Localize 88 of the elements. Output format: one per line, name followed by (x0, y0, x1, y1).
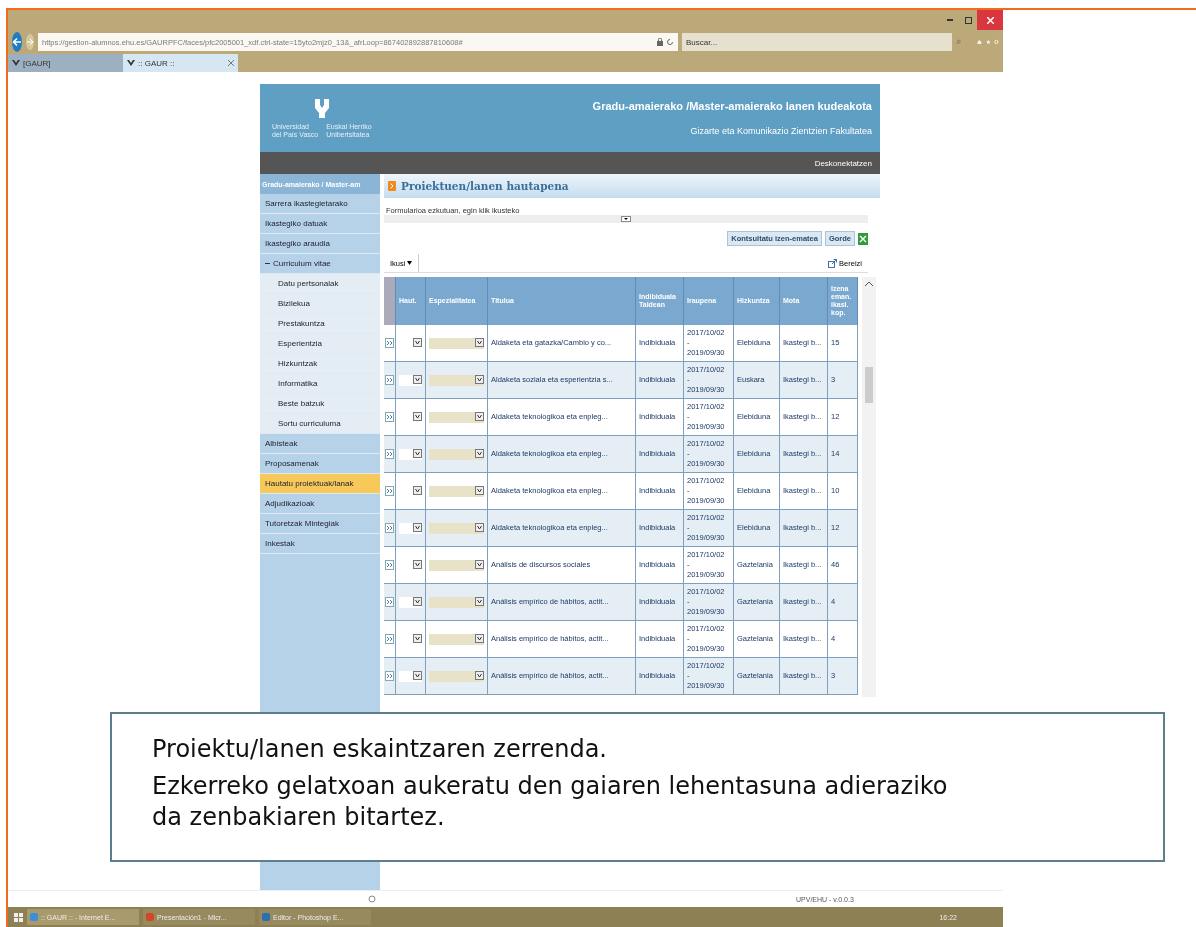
double-chevron-icon[interactable] (385, 597, 394, 607)
specialty-select[interactable] (429, 670, 484, 682)
priority-select[interactable] (399, 596, 422, 608)
lock-icon (657, 38, 663, 46)
chevron-icon (388, 181, 396, 191)
specialty-select[interactable] (429, 448, 484, 460)
app-icon (262, 913, 270, 921)
close-icon[interactable] (228, 60, 234, 66)
caret-icon (413, 596, 422, 606)
caret-icon (413, 522, 422, 532)
sidebar-item[interactable]: Hizkuntzak (260, 354, 380, 374)
gear-icon (368, 895, 376, 903)
app-icon (30, 913, 38, 921)
sidebar-item[interactable]: Datu pertsonalak (260, 274, 380, 294)
caret-icon (475, 633, 484, 643)
double-chevron-icon[interactable] (385, 560, 394, 570)
caret-icon (475, 596, 484, 606)
start-icon[interactable] (14, 912, 23, 922)
caret-icon (475, 448, 484, 458)
minimize-icon (947, 19, 953, 21)
specialty-select[interactable] (429, 522, 484, 534)
scrollbar[interactable] (862, 277, 876, 697)
double-chevron-icon[interactable] (385, 338, 394, 348)
double-chevron-icon[interactable] (385, 486, 394, 496)
header-cell (384, 277, 396, 325)
caret-icon (475, 485, 484, 495)
caret-icon (475, 522, 484, 532)
specialty-select[interactable] (429, 485, 484, 497)
specialty-select[interactable] (429, 596, 484, 608)
close-icon (986, 16, 994, 24)
site-icon (12, 59, 20, 67)
double-chevron-icon[interactable] (385, 412, 394, 422)
refresh-icon[interactable] (666, 38, 674, 46)
double-chevron-icon[interactable] (385, 523, 394, 533)
sidebar-item[interactable]: Prestakuntza (260, 314, 380, 334)
section-title-bar: Proiektuen/lanen hautapena (384, 174, 880, 198)
logout-link[interactable]: Deskonektatzen (814, 158, 872, 168)
sidebar-item[interactable]: Beste batzuk (260, 394, 380, 414)
scroll-thumb[interactable] (865, 367, 873, 403)
caret-icon (407, 261, 413, 265)
sidebar-item[interactable]: Esperientzia (260, 334, 380, 354)
minus-icon (265, 261, 270, 266)
browser-tab[interactable]: [GAUR] (8, 54, 123, 72)
priority-select[interactable] (399, 374, 422, 386)
caret-icon (413, 448, 422, 458)
back-button[interactable] (12, 32, 22, 52)
app-icon (146, 913, 154, 921)
spreadsheet-icon[interactable] (858, 232, 868, 245)
caret-icon (413, 633, 422, 643)
sidebar-item[interactable]: Informatika (260, 374, 380, 394)
caret-icon (475, 670, 484, 680)
priority-select[interactable] (399, 670, 422, 682)
priority-select[interactable] (399, 448, 422, 460)
caret-icon (475, 374, 484, 384)
double-chevron-icon[interactable] (385, 449, 394, 459)
caret-icon (413, 337, 422, 347)
close-button[interactable] (977, 10, 1003, 30)
double-chevron-icon[interactable] (385, 671, 394, 681)
detach-icon (828, 258, 838, 268)
caret-icon (475, 559, 484, 569)
callout-text: Ezkerreko gelatxoan aukeratu den gaiaren lehentasuna adieraziko da zenbakiaren bitartez. (152, 771, 949, 834)
double-chevron-icon[interactable] (385, 375, 394, 385)
specialty-select[interactable] (429, 559, 484, 571)
caret-icon (413, 559, 422, 569)
specialty-select[interactable] (429, 411, 484, 423)
specialty-select[interactable] (429, 337, 484, 349)
priority-select[interactable] (399, 522, 422, 534)
sidebar-item[interactable]: Sortu curriculuma (260, 414, 380, 434)
site-icon (127, 59, 135, 67)
caret-icon (413, 411, 422, 421)
caret-icon (413, 374, 422, 384)
caret-icon (475, 411, 484, 421)
sidebar-item[interactable]: Bizilekua (260, 294, 380, 314)
callout-text: Proiektu/lanen eskaintzaren zerrenda. (152, 734, 608, 765)
specialty-select[interactable] (429, 374, 484, 386)
star-icon[interactable] (985, 37, 991, 47)
sidebar-item[interactable]: Hautatu proiektuak/lanak (260, 474, 380, 494)
search-field[interactable]: Buscar... (682, 33, 952, 51)
specialty-select[interactable] (429, 633, 484, 645)
double-chevron-icon[interactable] (385, 634, 394, 644)
caret-icon (413, 670, 422, 680)
app-title: Gradu-amaierako /Master-amaierako lanen kudeakota (592, 100, 872, 112)
faculty-name: Gizarte eta Komunikazio Zientzien Fakultatea (690, 126, 872, 136)
caret-icon (413, 485, 422, 495)
browser-tab[interactable]: :: GAUR :: (123, 54, 238, 72)
square-icon (964, 16, 972, 24)
caret-icon (475, 337, 484, 347)
forward-button[interactable] (26, 34, 34, 50)
